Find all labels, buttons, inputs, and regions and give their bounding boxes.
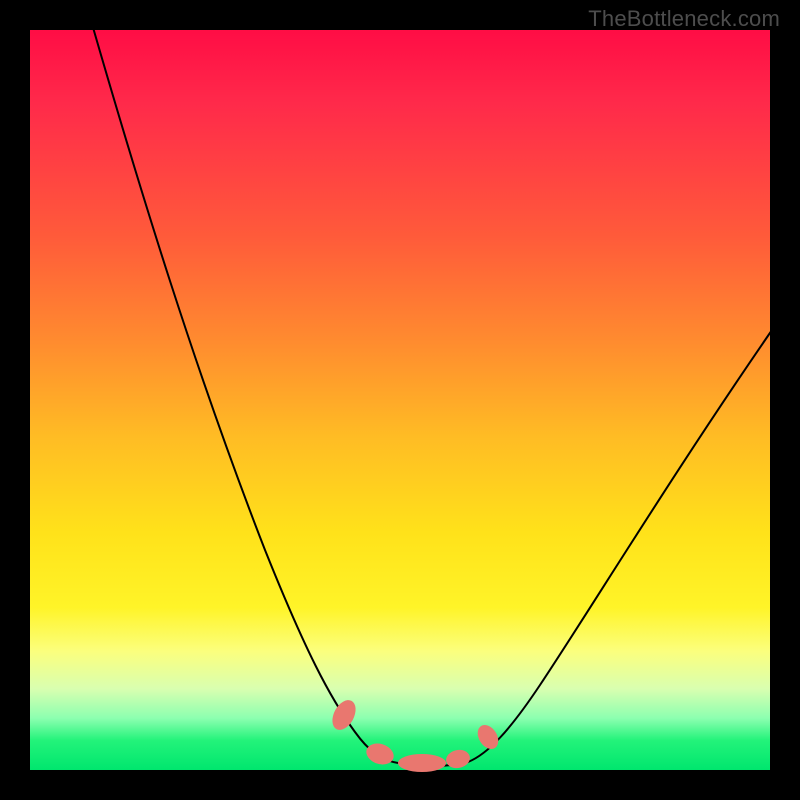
- trough-blob-mid: [398, 754, 446, 772]
- left-entry-blob: [328, 696, 361, 734]
- plot-area: [30, 30, 770, 770]
- trough-blob-left: [364, 740, 397, 768]
- right-exit-blob: [473, 721, 502, 753]
- trough-blob-right: [444, 748, 471, 771]
- chart-frame: TheBottleneck.com: [0, 0, 800, 800]
- curve-right-branch: [468, 330, 772, 762]
- curve-left-branch: [92, 24, 398, 763]
- curve-svg: [30, 30, 770, 770]
- watermark-text: TheBottleneck.com: [588, 6, 780, 32]
